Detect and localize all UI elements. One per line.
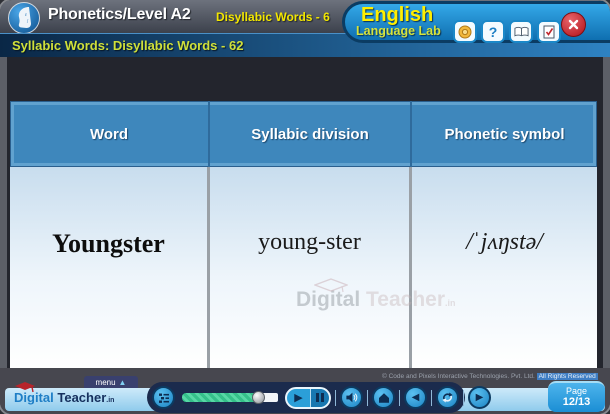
speaker-icon <box>345 391 358 404</box>
playlist-icon <box>158 392 170 404</box>
divider <box>399 390 400 406</box>
page-label: Page <box>548 386 605 396</box>
replay-icon <box>441 391 454 404</box>
rights-reserved: All Rights Reserved <box>537 373 598 380</box>
playlist-button[interactable] <box>152 386 175 409</box>
page-indicator: Page 12/13 <box>548 381 605 412</box>
player-footer: © Code and Pixels Interactive Technologi… <box>0 368 610 414</box>
table-header-row: Word Syllabic division Phonetic symbol <box>10 101 597 167</box>
close-button[interactable] <box>561 12 586 37</box>
next-icon: ▶ <box>476 393 484 403</box>
topic-title: Syllabic Words: Disyllabic Words - 62 <box>12 38 243 53</box>
playback-controls: ▶ ◀ <box>147 382 465 413</box>
menu-up-arrow-icon: ▲ <box>119 379 127 387</box>
glossary-button[interactable] <box>509 20 533 43</box>
audio-icon <box>458 25 472 39</box>
cell-word: Youngster <box>10 167 210 368</box>
menu-label: menu <box>96 379 116 387</box>
seek-handle[interactable] <box>252 391 265 404</box>
logo-graduation-cap-icon <box>14 381 36 396</box>
table-row: Youngster young-ster /ˈjʌŋstə/ <box>10 167 597 368</box>
replay-button[interactable] <box>436 386 459 409</box>
close-icon <box>568 19 579 30</box>
column-header-phonetic-symbol: Phonetic symbol <box>412 101 597 167</box>
next-button[interactable]: ▶ <box>468 386 491 409</box>
phonetics-face-icon: ɛ ʃ <box>8 2 40 34</box>
brand-panel: English Language Lab ? <box>342 1 610 43</box>
app-window: ɛ ʃ Phonetics/Level A2 Disyllabic Words … <box>0 0 610 414</box>
pause-icon <box>310 389 329 407</box>
divider <box>335 390 336 406</box>
lesson-badge: Disyllabic Words - 6 <box>216 10 330 24</box>
cell-phonetic-symbol: /ˈjʌŋstə/ <box>412 167 597 368</box>
test-button[interactable] <box>537 20 561 43</box>
seek-progress <box>182 393 258 402</box>
column-header-word: Word <box>10 101 210 167</box>
play-pause-button[interactable]: ▶ <box>285 387 331 409</box>
test-checklist-icon <box>543 25 556 39</box>
cell-syllabic-division: young-ster <box>210 167 412 368</box>
help-icon: ? <box>489 25 498 39</box>
copyright-text: © Code and Pixels Interactive Technologi… <box>382 373 598 380</box>
play-icon: ▶ <box>287 391 310 404</box>
column-header-syllabic-division: Syllabic division <box>210 101 412 167</box>
syllable-table: Word Syllabic division Phonetic symbol Y… <box>10 101 597 368</box>
book-icon <box>514 26 529 38</box>
help-button[interactable]: ? <box>481 20 505 43</box>
home-button[interactable] <box>372 386 395 409</box>
volume-button[interactable] <box>340 386 363 409</box>
audio-button[interactable] <box>453 20 477 43</box>
previous-icon: ◀ <box>412 393 420 403</box>
page-value: 12/13 <box>548 396 605 408</box>
divider <box>367 390 368 406</box>
seek-bar[interactable] <box>182 393 278 402</box>
copyright-line: © Code and Pixels Interactive Technologi… <box>382 373 535 380</box>
divider <box>431 390 432 406</box>
digital-teacher-logo: Digital Teacher.in <box>14 390 114 405</box>
home-icon <box>378 392 390 404</box>
previous-button[interactable]: ◀ <box>404 386 427 409</box>
page-title: Phonetics/Level A2 <box>48 6 191 24</box>
logo-teacher: Teacher <box>57 390 106 405</box>
brand-subtitle: Language Lab <box>356 24 441 38</box>
divider <box>463 390 464 406</box>
logo-suffix: .in <box>106 397 114 404</box>
